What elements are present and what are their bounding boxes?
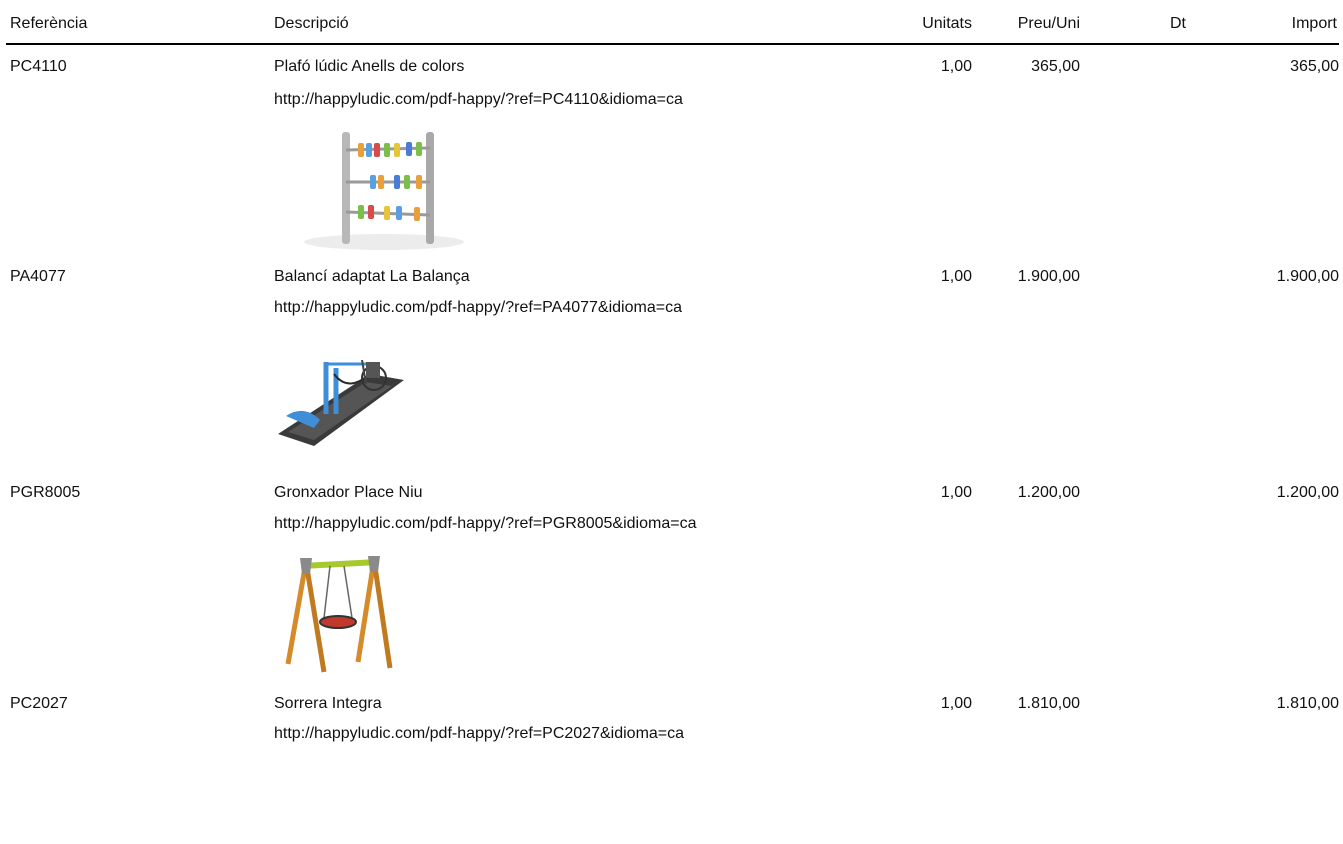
- amount-cell: 365,00: [1290, 58, 1339, 75]
- description-cell: Balancí adaptat La Balança: [274, 268, 470, 285]
- amount-cell: 1.810,00: [1276, 695, 1339, 712]
- product-link[interactable]: http://happyludic.com/pdf-happy/?ref=PA4…: [274, 298, 682, 318]
- product-link[interactable]: http://happyludic.com/pdf-happy/?ref=PGR…: [274, 514, 696, 534]
- header-rule: [6, 43, 1339, 45]
- unit-price-cell: 365,00: [1031, 58, 1080, 75]
- description-cell: Sorrera Integra: [274, 695, 382, 712]
- description-cell: Gronxador Place Niu: [274, 484, 423, 501]
- units-cell: 1,00: [940, 484, 972, 501]
- unit-price-cell: 1.810,00: [1017, 695, 1080, 712]
- header-reference: Referència: [10, 15, 88, 32]
- header-units: Unitats: [922, 15, 972, 32]
- reference-cell: PA4077: [10, 268, 66, 285]
- units-cell: 1,00: [940, 58, 972, 75]
- units-cell: 1,00: [940, 695, 972, 712]
- wheelchair-seesaw-image: [274, 354, 404, 449]
- amount-cell: 1.900,00: [1276, 268, 1339, 285]
- table-row: PC4110 Plafó lúdic Anells de colors http…: [0, 57, 1343, 250]
- header-amount: Import: [1291, 15, 1337, 32]
- reference-cell: PC2027: [10, 695, 68, 712]
- header-unit-price: Preu/Uni: [1017, 15, 1080, 32]
- reference-cell: PC4110: [10, 58, 67, 75]
- reference-cell: PGR8005: [10, 484, 81, 501]
- abacus-rings-panel-image: [274, 122, 489, 257]
- unit-price-cell: 1.900,00: [1017, 268, 1080, 285]
- product-link[interactable]: http://happyludic.com/pdf-happy/?ref=PC4…: [274, 90, 683, 110]
- product-link[interactable]: http://happyludic.com/pdf-happy/?ref=PC2…: [274, 724, 684, 744]
- nest-swing-image: [274, 554, 394, 679]
- table-row: PA4077 Balancí adaptat La Balança http:/…: [0, 267, 1343, 446]
- unit-price-cell: 1.200,00: [1017, 484, 1080, 501]
- units-cell: 1,00: [940, 268, 972, 285]
- header-discount: Dt: [1170, 15, 1186, 32]
- amount-cell: 1.200,00: [1276, 484, 1339, 501]
- table-row: PGR8005 Gronxador Place Niu http://happy…: [0, 483, 1343, 673]
- table-row: PC2027 Sorrera Integra http://happyludic…: [0, 694, 1343, 844]
- header-description: Descripció: [274, 15, 349, 32]
- description-cell: Plafó lúdic Anells de colors: [274, 58, 465, 75]
